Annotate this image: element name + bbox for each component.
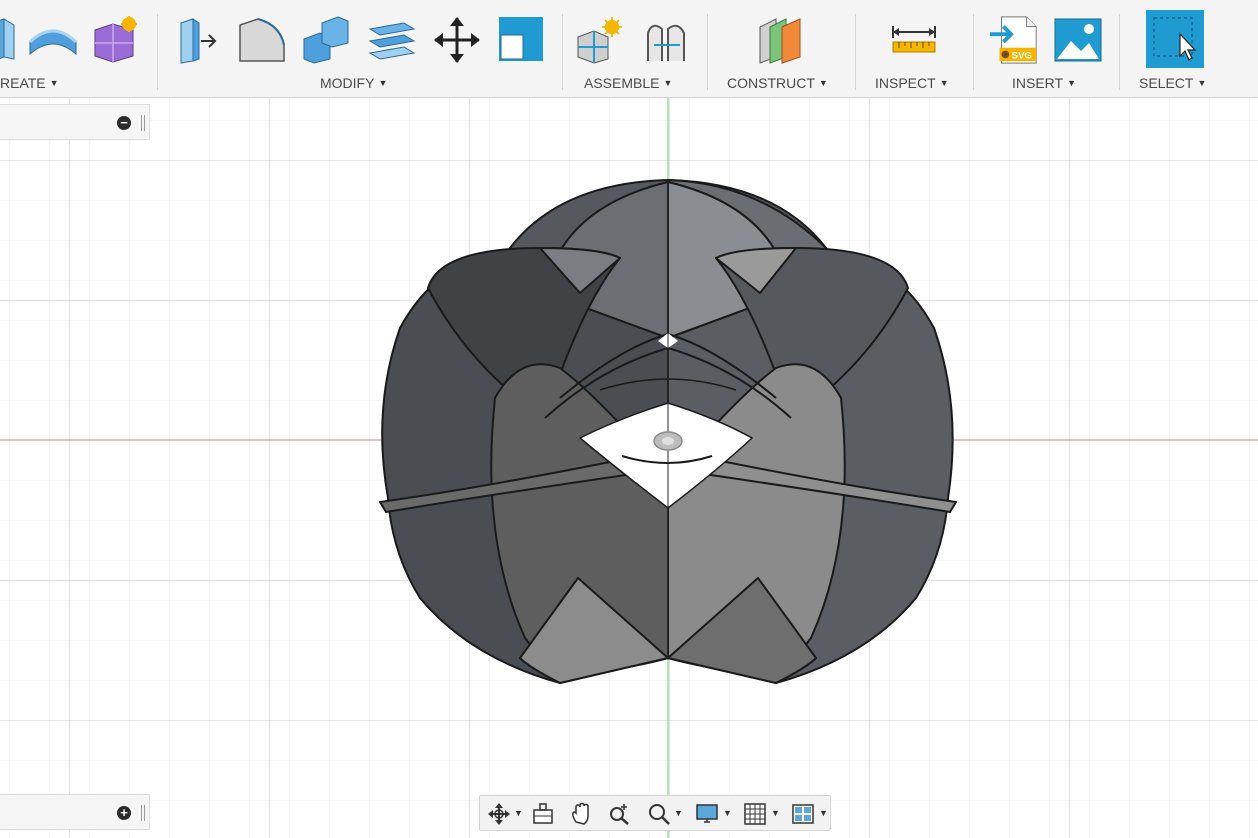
chevron-down-icon[interactable]: ▼ — [723, 808, 732, 818]
orbit-icon[interactable] — [486, 801, 512, 827]
new-component-icon[interactable] — [574, 12, 626, 68]
select-icon[interactable] — [1146, 10, 1204, 68]
toolbar: REATE▼ MODIFY▼ ASSEMBLE▼ CONSTRUCT▼ — [0, 0, 1258, 98]
assemble-menu[interactable]: ASSEMBLE ▼ — [584, 75, 672, 91]
look-at-icon[interactable] — [530, 801, 556, 827]
model-canvas[interactable] — [0, 98, 1258, 838]
press-pull-icon[interactable] — [172, 12, 224, 68]
panel-grip-handle[interactable] — [141, 805, 145, 821]
create-form-icon[interactable] — [90, 12, 142, 68]
assemble-label: ASSEMBLE — [584, 75, 660, 91]
offset-face-icon[interactable] — [366, 12, 418, 68]
expand-button[interactable]: + — [117, 806, 131, 820]
pan-icon[interactable] — [568, 801, 594, 827]
insert-menu[interactable]: INSERT ▼ — [1012, 75, 1076, 91]
chevron-down-icon: ▼ — [1197, 78, 1207, 88]
chevron-down-icon[interactable]: ▼ — [514, 808, 523, 818]
chevron-down-icon[interactable]: ▼ — [674, 808, 683, 818]
grid-settings-icon[interactable] — [742, 801, 768, 827]
move-icon[interactable] — [431, 12, 483, 68]
navigation-bar: ▼ ▼ ▼ ▼ ▼ — [479, 795, 831, 831]
inspect-label: INSPECT — [875, 75, 936, 91]
chevron-down-icon[interactable]: ▼ — [771, 808, 780, 818]
joint-icon[interactable] — [640, 12, 692, 68]
combine-icon[interactable] — [300, 12, 352, 68]
inspect-menu[interactable]: INSPECT ▼ — [875, 75, 949, 91]
chevron-down-icon: ▼ — [378, 78, 388, 88]
insert-svg-icon[interactable]: SVG — [988, 12, 1040, 68]
scale-icon[interactable] — [496, 12, 548, 68]
chevron-down-icon[interactable]: ▼ — [819, 808, 828, 818]
svg-badge: SVG — [1012, 50, 1032, 61]
comments-panel[interactable]: + — [0, 794, 150, 830]
zoom-window-icon[interactable] — [646, 801, 672, 827]
fillet-icon[interactable] — [236, 12, 288, 68]
canvas-viewport[interactable]: − + — [0, 98, 1258, 838]
measure-icon[interactable] — [888, 12, 940, 68]
toolbar-separator — [855, 14, 856, 90]
insert-image-icon[interactable] — [1052, 12, 1104, 68]
collapse-button[interactable]: − — [117, 116, 131, 130]
select-label: SELECT — [1139, 75, 1194, 91]
panel-grip-handle[interactable] — [141, 115, 145, 131]
modify-menu[interactable]: MODIFY ▼ — [320, 75, 387, 91]
extrude-icon[interactable] — [0, 12, 30, 68]
construct-label: CONSTRUCT — [727, 75, 815, 91]
chevron-down-icon: ▼ — [49, 78, 59, 88]
chevron-down-icon: ▼ — [663, 78, 673, 88]
select-menu[interactable]: SELECT ▼ — [1139, 75, 1206, 91]
toolbar-separator — [707, 14, 708, 90]
toolbar-separator — [973, 14, 974, 90]
sweep-icon[interactable] — [27, 12, 79, 68]
toolbar-separator — [562, 14, 563, 90]
construct-menu[interactable]: CONSTRUCT ▼ — [727, 75, 828, 91]
insert-label: INSERT — [1012, 75, 1064, 91]
create-label: REATE — [0, 75, 46, 91]
modify-label: MODIFY — [320, 75, 375, 91]
zoom-icon[interactable] — [606, 801, 632, 827]
display-settings-icon[interactable] — [694, 801, 720, 827]
toolbar-separator — [157, 14, 158, 90]
create-menu[interactable]: REATE ▼ — [0, 75, 59, 91]
construct-plane-icon[interactable] — [755, 12, 807, 68]
chevron-down-icon: ▼ — [1067, 78, 1077, 88]
origin-marker-inner — [662, 437, 674, 445]
browser-panel[interactable]: − — [0, 104, 150, 140]
toolbar-separator — [1119, 14, 1120, 90]
chevron-down-icon: ▼ — [818, 78, 828, 88]
chevron-down-icon: ▼ — [939, 78, 949, 88]
viewports-icon[interactable] — [790, 801, 816, 827]
